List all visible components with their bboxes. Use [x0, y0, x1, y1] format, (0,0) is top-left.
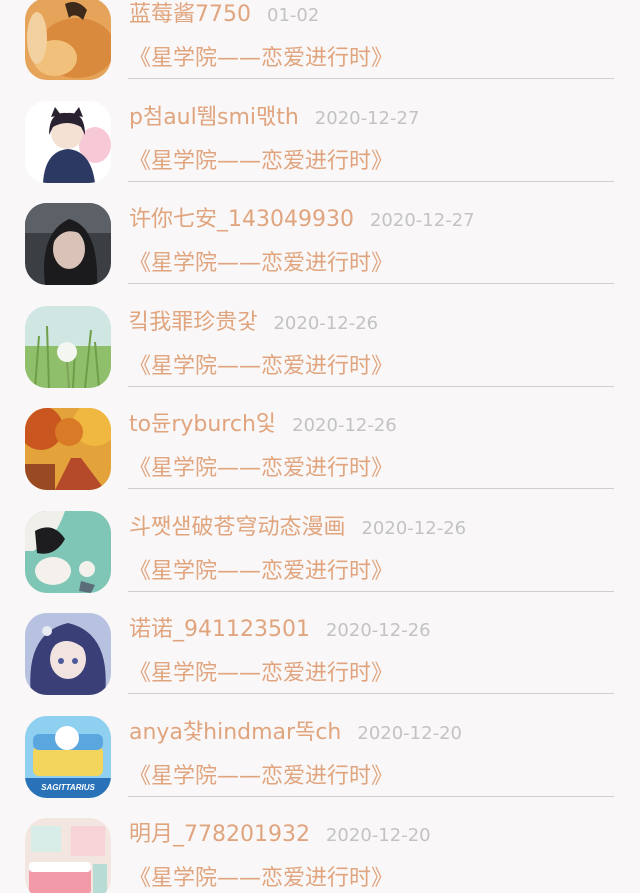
divider	[128, 385, 614, 387]
item-meta: p첨aul뛤smi맧th 2020-12-27	[129, 101, 419, 135]
work-title[interactable]: 《星学院——恋爱进行时》	[129, 247, 393, 281]
list-item[interactable]: 킼我罪珍贵갗 2020-12-26 《星学院——恋爱进行时》	[0, 305, 640, 409]
anime-girl-hoodie-avatar[interactable]	[25, 100, 111, 183]
divider	[128, 693, 614, 694]
svg-text:SAGITTARIUS: SAGITTARIUS	[41, 783, 95, 792]
username[interactable]: 蓝莓酱7750	[129, 2, 251, 27]
work-title[interactable]: 《星学院——恋爱进行时》	[129, 862, 393, 893]
work-title[interactable]: 《星学院——恋爱进行时》	[129, 350, 393, 384]
pink-bedroom-avatar[interactable]	[25, 818, 111, 893]
username[interactable]: 킼我罪珍贵갗	[129, 310, 257, 335]
comment-date: 2020-12-26	[361, 517, 467, 539]
username[interactable]: p첨aul뛤smi맧th	[129, 105, 299, 130]
item-meta: 킼我罪珍贵갗 2020-12-26	[129, 306, 378, 340]
divider	[128, 590, 614, 592]
work-title[interactable]: 《星学院——恋爱进行时》	[129, 145, 393, 179]
sagittarius-avatar[interactable]: SAGITTARIUS	[25, 715, 111, 798]
list-item[interactable]: 明月_778201932 2020-12-20 《星学院——恋爱进行时》	[0, 818, 640, 893]
work-title[interactable]: 《星学院——恋爱进行时》	[129, 452, 393, 486]
username[interactable]: anya챷hindmar똑ch	[129, 720, 341, 745]
teal-anime-couple-avatar[interactable]	[25, 510, 111, 593]
dark-hair-portrait-avatar[interactable]	[25, 203, 111, 285]
orange-cat-avatar[interactable]	[25, 0, 111, 80]
work-title[interactable]: 《星学院——恋爱进行时》	[129, 555, 393, 589]
username[interactable]: to듄ryburch잋	[129, 412, 276, 437]
blue-hair-anime-avatar[interactable]	[25, 613, 111, 695]
comment-date: 2020-12-26	[292, 415, 397, 436]
dandelion-field-avatar[interactable]	[25, 305, 111, 388]
autumn-road-avatar[interactable]	[25, 408, 111, 490]
item-meta: 诺诺_941123501 2020-12-26	[129, 613, 431, 647]
item-meta: 斗쨋샏破苍穹动态漫画 2020-12-26	[129, 511, 466, 545]
item-meta: 蓝莓酱7750 01-02	[129, 0, 319, 32]
comment-date: 2020-12-26	[325, 620, 431, 641]
list-item[interactable]: to듄ryburch잋 2020-12-26 《星学院——恋爱进行时》	[0, 408, 640, 511]
list-item[interactable]: p첨aul뛤smi맧th 2020-12-27 《星学院——恋爱进行时》	[0, 100, 640, 204]
comment-date: 2020-12-20	[325, 825, 431, 846]
list-item[interactable]: 斗쨋샏破苍穹动态漫画 2020-12-26 《星学院——恋爱进行时》	[0, 510, 640, 614]
divider	[128, 78, 614, 79]
list-item[interactable]: SAGITTARIUS anya챷hindmar똑ch 2020-12-20 《星…	[0, 715, 640, 819]
username[interactable]: 斗쨋샏破苍穹动态漫画	[129, 515, 345, 540]
work-title[interactable]: 《星学院——恋爱进行时》	[129, 760, 393, 794]
comment-date: 2020-12-27	[369, 210, 475, 231]
divider	[128, 180, 614, 182]
username[interactable]: 明月_778201932	[129, 822, 310, 847]
divider	[128, 488, 614, 489]
list-item[interactable]: 诺诺_941123501 2020-12-26 《星学院——恋爱进行时》	[0, 613, 640, 716]
comment-date: 01-02	[267, 5, 320, 26]
item-meta: anya챷hindmar똑ch 2020-12-20	[129, 716, 462, 750]
work-title[interactable]: 《星学院——恋爱进行时》	[129, 657, 393, 691]
item-meta: to듄ryburch잋 2020-12-26	[129, 408, 397, 442]
list-item[interactable]: 蓝莓酱7750 01-02 《星学院——恋爱进行时》	[0, 0, 640, 101]
divider	[128, 283, 614, 284]
work-title[interactable]: 《星学院——恋爱进行时》	[129, 42, 393, 76]
item-meta: 许你七安_143049930 2020-12-27	[129, 203, 475, 237]
comment-feed: 蓝莓酱7750 01-02 《星学院——恋爱进行时》 p첨aul뛤smi맧th 20…	[0, 0, 640, 893]
comment-date: 2020-12-27	[314, 107, 420, 129]
divider	[128, 795, 614, 797]
item-meta: 明月_778201932 2020-12-20	[129, 818, 431, 852]
list-item[interactable]: 许你七安_143049930 2020-12-27 《星学院——恋爱进行时》	[0, 203, 640, 306]
comment-date: 2020-12-26	[273, 312, 379, 334]
comment-date: 2020-12-20	[357, 722, 462, 744]
username[interactable]: 许你七安_143049930	[129, 207, 354, 232]
username[interactable]: 诺诺_941123501	[129, 617, 310, 642]
